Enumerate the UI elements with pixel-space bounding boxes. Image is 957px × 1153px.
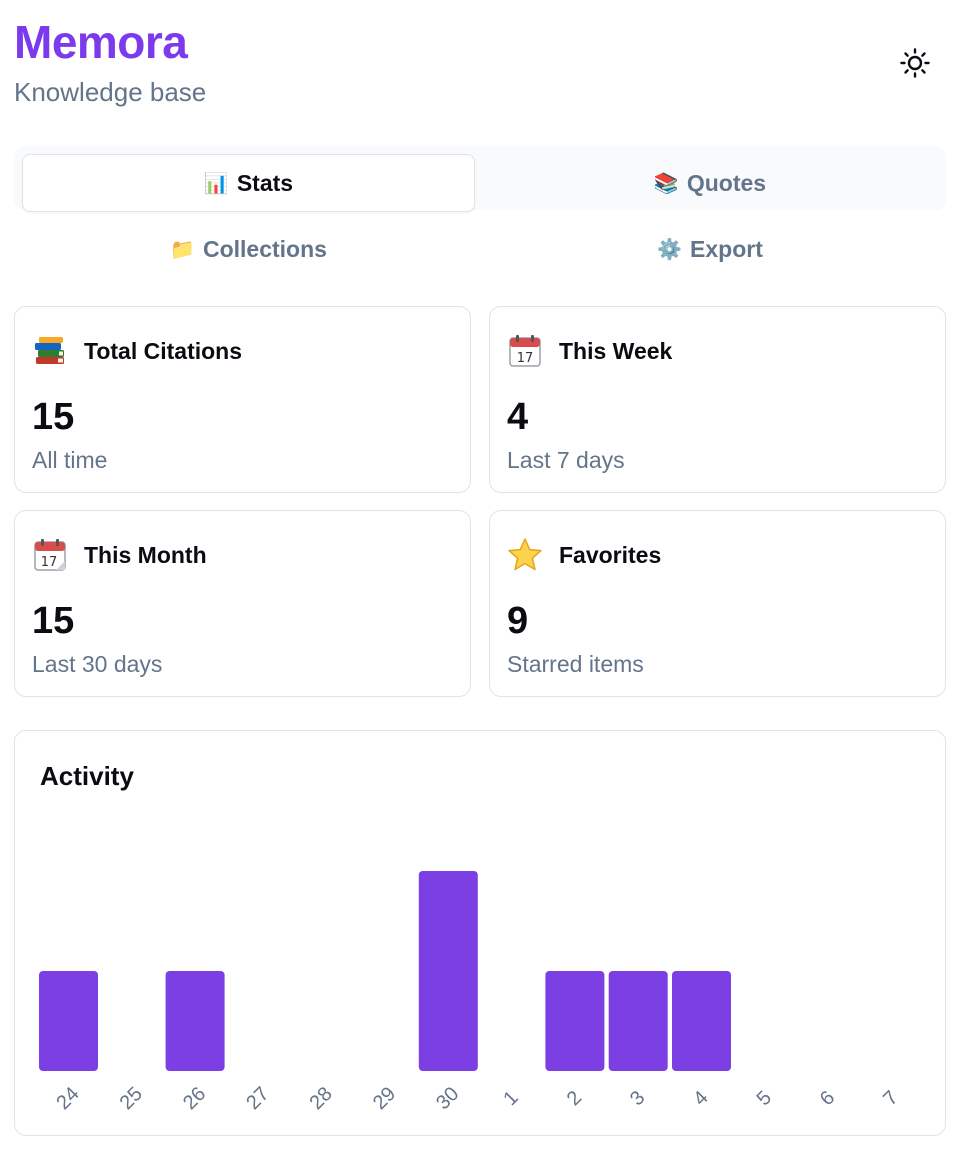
app-subtitle: Knowledge base	[14, 77, 207, 107]
theme-toggle-button[interactable]	[892, 40, 938, 86]
x-tick-label: 27	[242, 1083, 273, 1114]
stat-card-this-week: 17 This Week 4 Last 7 days	[489, 306, 946, 493]
app-title: Memora	[14, 16, 188, 68]
tab-export[interactable]: ⚙️ Export	[480, 220, 940, 278]
x-tick-label: 29	[369, 1083, 400, 1114]
stat-card-total-citations: Total Citations 15 All time	[14, 306, 471, 493]
stat-title: Favorites	[559, 541, 662, 568]
stat-title: This Month	[84, 541, 207, 568]
x-tick-label: 26	[179, 1083, 210, 1114]
stat-caption: All time	[32, 447, 108, 473]
activity-bar	[608, 971, 668, 1071]
x-tick-label: 5	[753, 1087, 776, 1110]
stat-caption: Last 7 days	[507, 447, 625, 473]
x-tick-label: 24	[52, 1083, 83, 1114]
svg-text:17: 17	[517, 351, 534, 366]
tab-label: Collections	[202, 235, 327, 262]
x-tick-label: 28	[306, 1083, 337, 1114]
x-tick-label: 4	[689, 1087, 712, 1110]
star-icon	[507, 537, 543, 573]
stat-card-favorites: Favorites 9 Starred items	[489, 510, 946, 697]
x-tick-label: 30	[432, 1083, 463, 1114]
calendar-icon: 17	[507, 333, 543, 369]
svg-text:17: 17	[41, 555, 58, 570]
folder-icon: 📁	[170, 238, 195, 261]
activity-bar-chart: 24 25 26 27 28 29 30 1 2 3 4 5 6 7	[39, 871, 903, 1114]
calendar-icon: 17	[32, 537, 68, 573]
books-icon	[32, 333, 68, 369]
activity-bar	[418, 871, 478, 1071]
stat-card-this-month: 17 This Month 15 Last 30 days	[14, 510, 471, 697]
x-tick-label: 3	[626, 1087, 649, 1110]
books-icon: 📚	[653, 172, 679, 195]
tab-bar: 📊 Stats 📚 Quotes 📁 Collections ⚙️ Export	[14, 146, 946, 276]
tab-label: Quotes	[686, 169, 767, 196]
stat-title: Total Citations	[84, 337, 243, 364]
x-tick-label: 7	[879, 1087, 902, 1110]
stat-title: This Week	[559, 337, 673, 364]
activity-bar	[165, 971, 225, 1071]
activity-bar	[545, 971, 605, 1071]
app-header: Memora Knowledge base	[14, 14, 206, 107]
sun-icon	[900, 48, 930, 78]
activity-panel: Activity 24 25 26 27 28 29 30 1 2 3 4 5 6 7	[14, 730, 946, 1136]
tab-collections[interactable]: 📁 Collections	[22, 220, 475, 278]
stat-value: 4	[507, 396, 529, 438]
stat-caption: Starred items	[507, 651, 644, 677]
tab-label: Stats	[236, 169, 294, 196]
stat-value: 15	[32, 396, 75, 438]
gear-icon: ⚙️	[657, 238, 683, 261]
x-tick-label: 6	[816, 1087, 839, 1110]
activity-bar	[672, 971, 731, 1071]
activity-bar	[39, 971, 98, 1071]
chart-icon: 📊	[203, 172, 229, 195]
stat-value: 15	[32, 600, 75, 642]
stat-value: 9	[507, 600, 529, 642]
x-tick-label: 25	[116, 1083, 147, 1114]
x-tick-label: 2	[563, 1087, 586, 1110]
tab-label: Export	[690, 235, 763, 262]
tab-stats[interactable]: 📊 Stats	[22, 154, 475, 212]
tab-quotes[interactable]: 📚 Quotes	[480, 154, 940, 212]
stat-caption: Last 30 days	[32, 651, 163, 677]
x-tick-label: 1	[499, 1087, 522, 1110]
